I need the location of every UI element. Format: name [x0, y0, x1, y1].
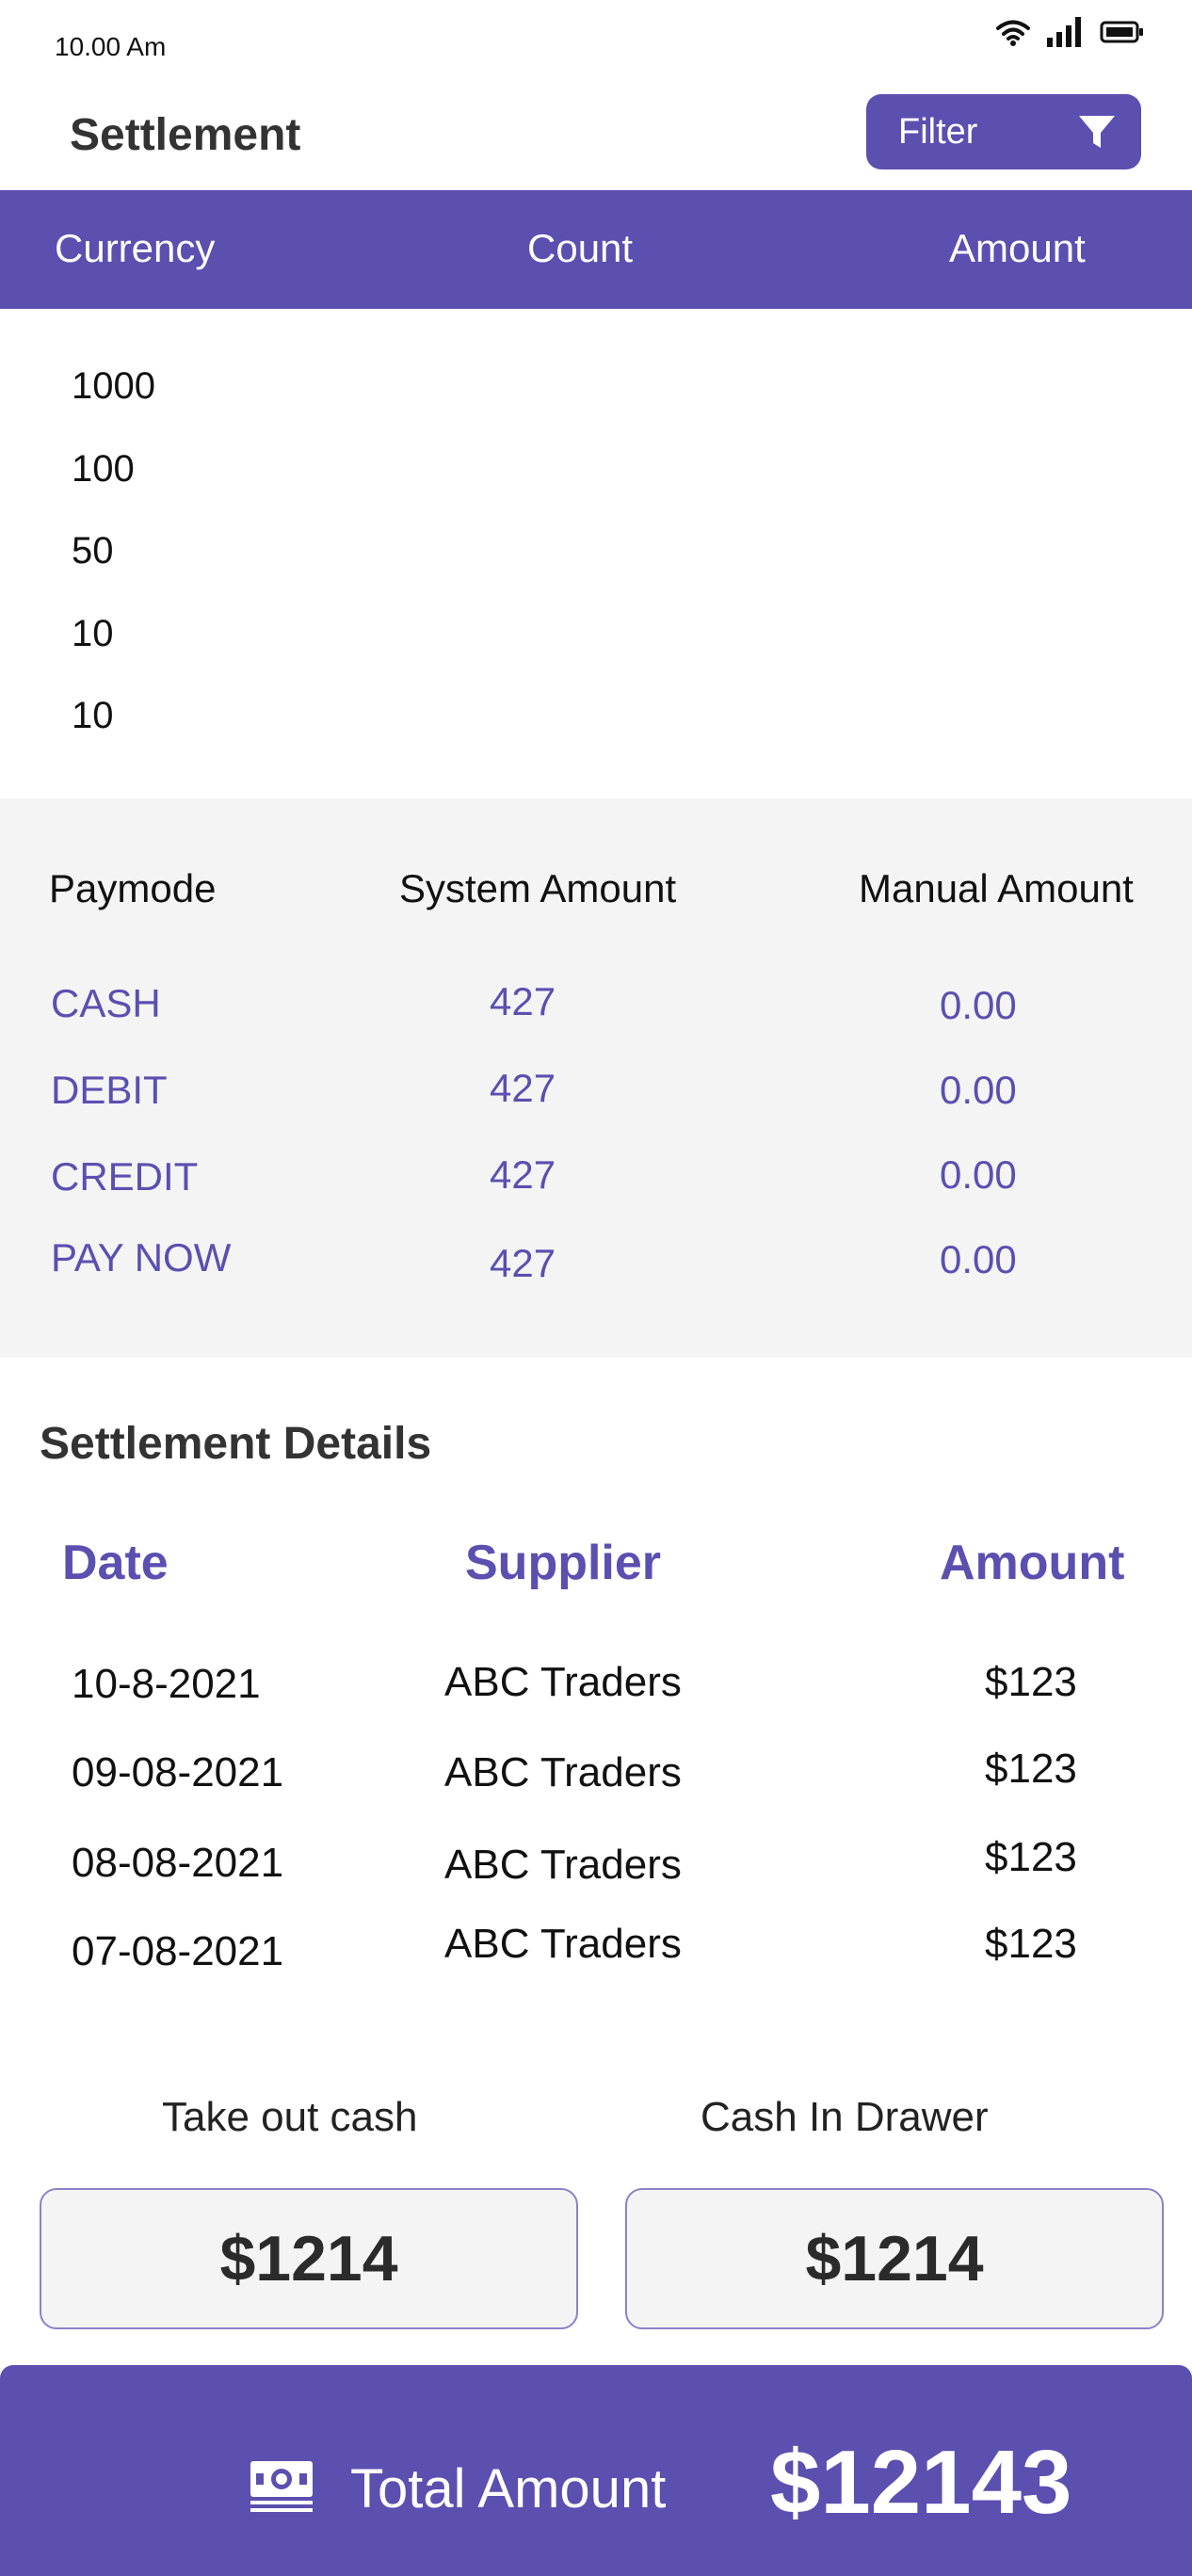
supplier-header: Supplier: [465, 1536, 662, 1590]
manual-amount-debit[interactable]: 0.00: [940, 1068, 1017, 1113]
date-header: Date: [62, 1536, 169, 1590]
status-time: 10.00 Am: [55, 32, 167, 61]
paymode-panel: Paymode System Amount Manual Amount CASH…: [0, 798, 1192, 1358]
system-amount-debit: 427: [490, 1066, 556, 1110]
manual-amount-credit[interactable]: 0.00: [940, 1152, 1017, 1198]
paymode-pay-now: PAY NOW: [51, 1235, 232, 1280]
signal-icon: [1047, 17, 1081, 47]
details-supplier: ABC Traders: [444, 1842, 682, 1888]
wifi-icon: [996, 20, 1030, 46]
details-amount: $123: [985, 1834, 1077, 1880]
paymode-debit: DEBIT: [51, 1068, 168, 1112]
filter-button[interactable]: Filter: [866, 94, 1141, 169]
amount-header: Amount: [949, 226, 1086, 270]
details-supplier: ABC Traders: [444, 1749, 682, 1795]
system-amount-credit: 427: [490, 1152, 556, 1197]
details-amount: $123: [985, 1659, 1077, 1705]
details-supplier: ABC Traders: [444, 1921, 682, 1967]
system-amount-pay-now: 427: [490, 1241, 556, 1285]
currency-header: Currency: [55, 226, 216, 270]
count-header: Count: [527, 226, 634, 270]
manual-amount-header: Manual Amount: [859, 866, 1134, 910]
filter-icon: [1079, 116, 1115, 148]
currency-table-header: Currency Count Amount: [0, 190, 1192, 309]
total-amount-value: $12143: [770, 2432, 1072, 2533]
paymode-cash: CASH: [51, 981, 161, 1025]
page-title: Settlement: [70, 110, 301, 160]
details-amount: $123: [985, 1746, 1077, 1792]
take-out-cash-label: Take out cash: [162, 2094, 418, 2140]
status-icons: [994, 11, 1145, 53]
currency-row: 10: [72, 613, 114, 654]
settlement-details-title: Settlement Details: [40, 1419, 432, 1469]
paymode-credit: CREDIT: [51, 1154, 199, 1199]
system-amount-cash: 427: [490, 979, 556, 1023]
manual-amount-cash[interactable]: 0.00: [940, 983, 1017, 1028]
amount-header: Amount: [940, 1536, 1125, 1590]
details-date: 10-8-2021: [72, 1661, 261, 1707]
manual-amount-pay-now[interactable]: 0.00: [940, 1237, 1017, 1282]
details-date: 09-08-2021: [72, 1749, 284, 1795]
currency-row: 10: [72, 695, 114, 736]
total-amount-bar: Total Amount $12143: [0, 2365, 1192, 2576]
cash-in-drawer-field[interactable]: $1214: [625, 2188, 1164, 2329]
currency-row: 100: [72, 448, 135, 490]
filter-label: Filter: [898, 111, 978, 152]
cash-icon: [250, 2461, 313, 2512]
currency-row: 50: [72, 530, 114, 572]
take-out-cash-field[interactable]: $1214: [40, 2188, 578, 2329]
paymode-header: Paymode: [49, 866, 217, 910]
details-date: 08-08-2021: [72, 1840, 284, 1886]
currency-row: 1000: [72, 365, 155, 407]
details-supplier: ABC Traders: [444, 1659, 682, 1705]
total-amount-label: Total Amount: [350, 2458, 667, 2520]
cash-in-drawer-label: Cash In Drawer: [701, 2094, 989, 2140]
battery-icon: [1100, 21, 1143, 43]
system-amount-header: System Amount: [399, 866, 677, 910]
details-amount: $123: [985, 1921, 1077, 1967]
details-date: 07-08-2021: [72, 1928, 284, 1974]
